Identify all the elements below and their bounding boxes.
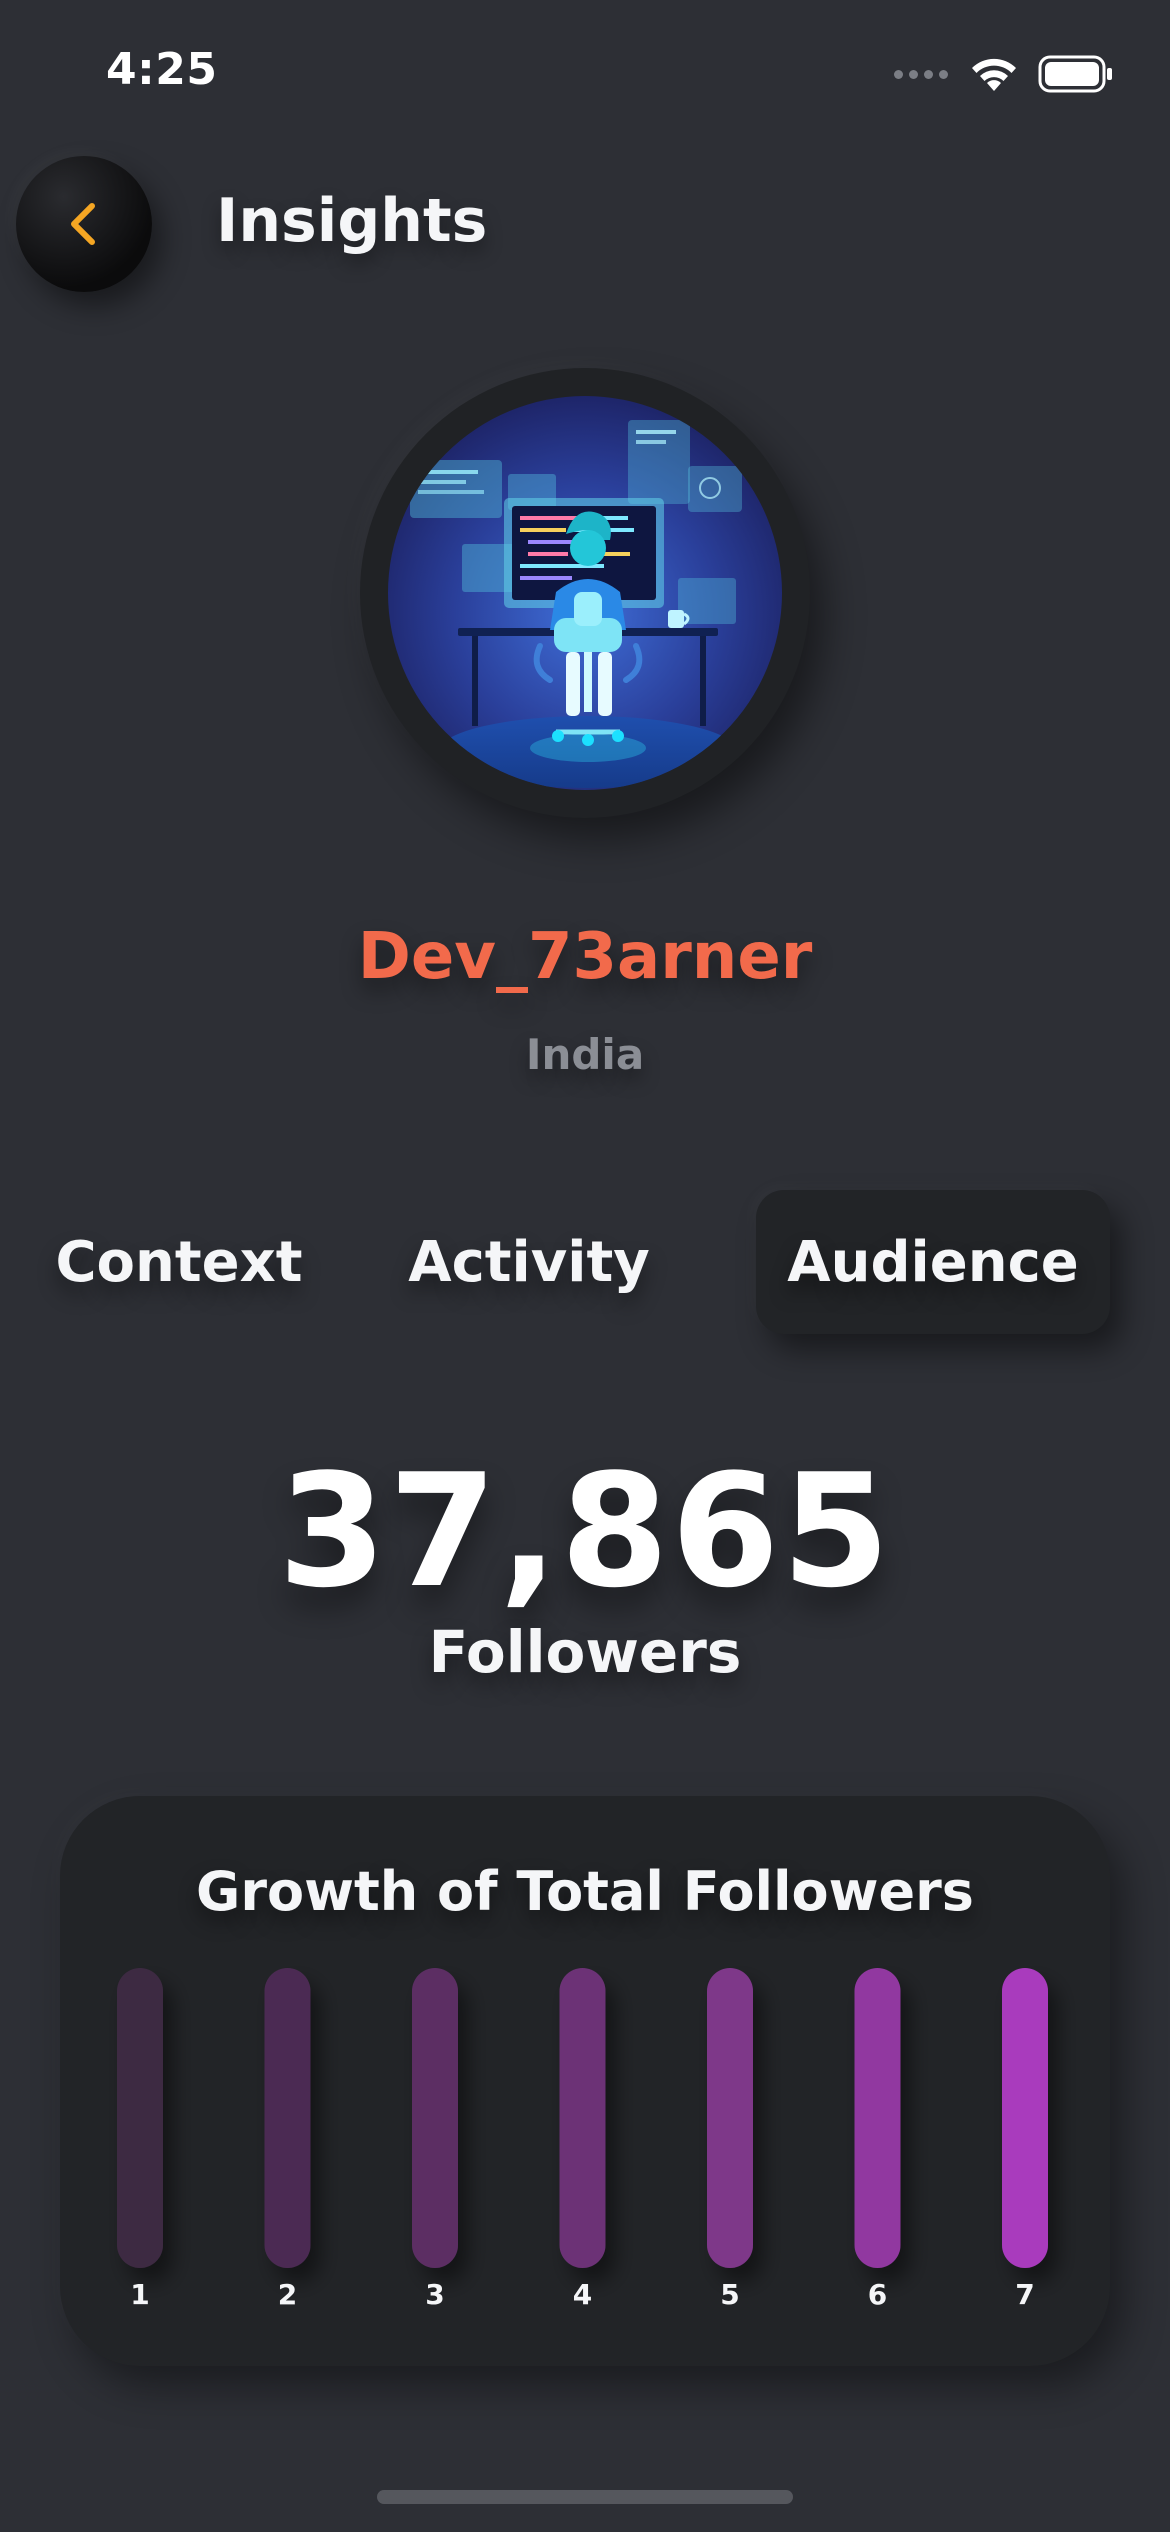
cellular-signal-icon bbox=[894, 69, 948, 79]
user-location: India bbox=[525, 1030, 645, 1079]
chart-tick-label: 2 bbox=[278, 2278, 297, 2311]
chart-tick-label: 6 bbox=[868, 2278, 887, 2311]
chart-tick-label: 1 bbox=[130, 2278, 149, 2311]
followers-growth-chart: 1 2 3 4 5 6 7 bbox=[117, 1968, 1048, 2311]
chart-tick-label: 4 bbox=[573, 2278, 592, 2311]
tab-audience[interactable]: Audience bbox=[756, 1190, 1110, 1334]
chart-tick-label: 5 bbox=[720, 2278, 739, 2311]
chart-bar-7[interactable] bbox=[1002, 1968, 1048, 2268]
chevron-left-icon bbox=[71, 203, 95, 245]
status-time: 4:25 bbox=[106, 44, 218, 95]
home-indicator[interactable] bbox=[377, 2490, 793, 2504]
followers-count: 37,865 bbox=[278, 1440, 892, 1622]
page-title: Insights bbox=[216, 186, 488, 256]
back-button[interactable] bbox=[16, 156, 152, 292]
followers-label: Followers bbox=[428, 1618, 742, 1686]
followers-growth-chart-card: Growth of Total Followers 1234567 bbox=[60, 1796, 1110, 2366]
username: Dev_73arner bbox=[357, 920, 813, 994]
chart-bar-1[interactable] bbox=[117, 1968, 163, 2268]
chart-bar-6[interactable] bbox=[854, 1968, 901, 2268]
chart-bar-5[interactable] bbox=[707, 1968, 753, 2268]
developer-illustration bbox=[388, 396, 782, 790]
chart-bar-3[interactable] bbox=[412, 1968, 458, 2268]
insights-screen: 4:25 Insights Dev_73arner India Context … bbox=[0, 0, 1170, 2532]
status-icons bbox=[894, 52, 1114, 96]
chart-bar-2[interactable] bbox=[264, 1968, 311, 2268]
tab-context[interactable]: Context bbox=[40, 1190, 318, 1334]
chart-tick-label: 7 bbox=[1015, 2278, 1034, 2311]
battery-icon bbox=[1038, 55, 1112, 93]
chart-tick-label: 3 bbox=[425, 2278, 444, 2311]
chart-bar-4[interactable] bbox=[559, 1968, 606, 2268]
tab-activity[interactable]: Activity bbox=[396, 1190, 662, 1334]
avatar[interactable] bbox=[388, 396, 782, 790]
avatar-frame bbox=[360, 368, 810, 818]
wifi-icon bbox=[972, 58, 1016, 91]
